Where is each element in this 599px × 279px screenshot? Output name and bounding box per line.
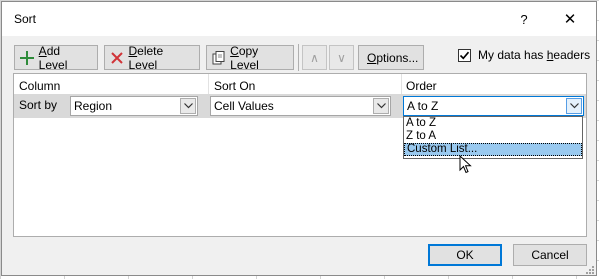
delete-level-button[interactable]: Delete Level (104, 43, 200, 72)
header-divider (208, 74, 209, 94)
chevron-down-icon[interactable] (566, 98, 582, 114)
add-level-label: Add Level (38, 43, 68, 72)
move-up-button[interactable]: ∧ (302, 45, 327, 70)
chevron-up-icon: ∧ (310, 50, 319, 65)
close-icon: ✕ (563, 11, 577, 28)
options-label: Options... (367, 50, 419, 65)
add-level-button[interactable]: Add Level (14, 43, 98, 72)
column-combo-value: Region (74, 99, 113, 113)
cancel-button[interactable]: Cancel (513, 244, 587, 266)
dialog-title: Sort (14, 12, 37, 26)
headers-checkbox-row[interactable]: My data has headers (458, 48, 590, 62)
toolbar-separator (298, 44, 299, 71)
copy-level-label: Copy Level (230, 43, 259, 72)
order-combo-value: A to Z (407, 99, 439, 113)
sort-on-combo[interactable]: Cell Values (210, 96, 391, 116)
cancel-label: Cancel (531, 248, 569, 262)
plus-icon (19, 50, 35, 66)
order-header: Order (406, 79, 437, 93)
dropdown-option-z-to-a[interactable]: Z to A (404, 130, 582, 143)
checkmark-icon (459, 51, 470, 59)
resize-grip-icon[interactable] (584, 263, 594, 274)
sort-levels-grid: Column Sort On Order Sort by Region Cell… (13, 73, 587, 237)
column-combo[interactable]: Region (70, 96, 198, 116)
delete-x-icon (109, 50, 124, 66)
headers-checkbox-label: My data has headers (478, 48, 591, 62)
title-bar: Sort ? ✕ (2, 2, 596, 36)
copy-level-button[interactable]: Copy Level (206, 43, 294, 72)
chevron-down-icon: ∨ (337, 50, 346, 65)
column-header: Column (19, 79, 61, 93)
chevron-down-icon[interactable] (373, 98, 389, 114)
dropdown-option-a-to-z[interactable]: A to Z (404, 117, 582, 130)
delete-level-label: Delete Level (128, 43, 164, 72)
sort-on-header: Sort On (214, 79, 256, 93)
order-combo[interactable]: A to Z (403, 96, 584, 116)
options-button[interactable]: Options... (358, 45, 424, 70)
ok-label: OK (456, 248, 474, 262)
copy-icon (211, 50, 226, 66)
dropdown-option-custom-list[interactable]: Custom List... (404, 143, 582, 156)
headers-checkbox[interactable] (458, 48, 471, 62)
header-divider (401, 74, 402, 94)
chevron-down-icon[interactable] (180, 98, 196, 114)
help-label: ? (520, 11, 528, 27)
move-down-button[interactable]: ∨ (329, 45, 354, 70)
mouse-cursor-icon (459, 154, 473, 178)
order-dropdown-list: A to Z Z to A Custom List... (403, 116, 583, 159)
ok-button[interactable]: OK (428, 244, 502, 266)
close-button[interactable]: ✕ (550, 6, 590, 32)
sort-by-label: Sort by (19, 98, 58, 112)
help-button[interactable]: ? (504, 6, 544, 32)
sort-on-combo-value: Cell Values (214, 99, 274, 113)
sort-dialog: Sort ? ✕ Add Level Delete Level Copy Lev… (1, 1, 597, 276)
